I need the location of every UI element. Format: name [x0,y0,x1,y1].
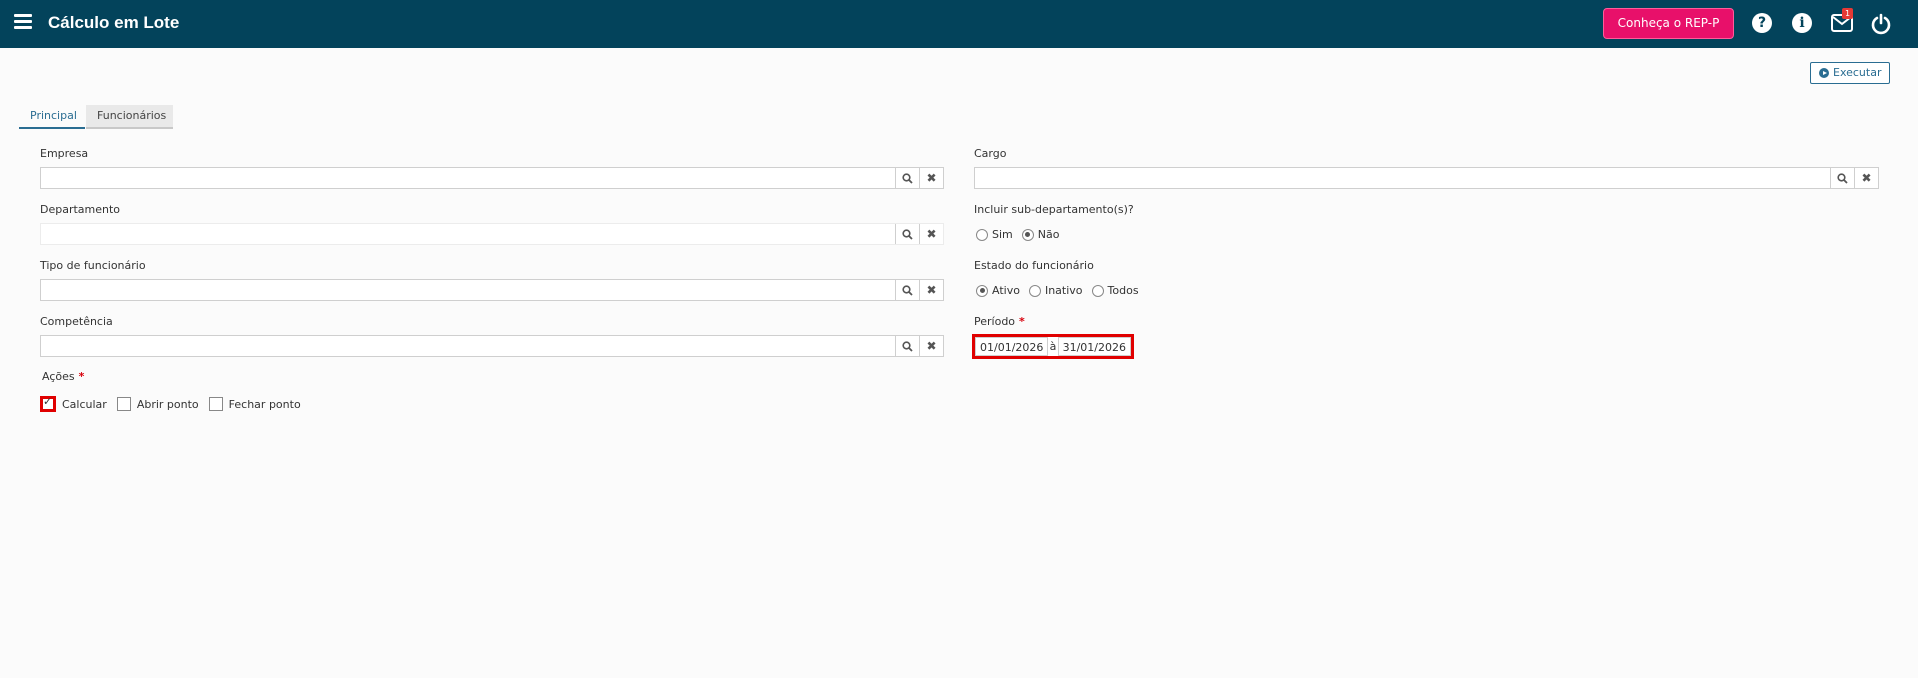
sub-dep-nao[interactable]: Não [1021,228,1060,241]
calcular-checkbox[interactable] [40,395,56,412]
estado-radios: Ativo Inativo Todos [976,284,1148,297]
estado-inativo[interactable]: Inativo [1028,284,1083,297]
radio-sim[interactable] [976,228,988,241]
abrir-ponto-label: Abrir ponto [136,397,199,411]
empresa-input[interactable] [41,168,895,188]
inativo-label: Inativo [1044,284,1083,297]
tab-funcionarios[interactable]: Funcionários [86,105,173,129]
required-mark: * [1019,315,1025,328]
radio-todos[interactable] [1091,284,1104,297]
periodo-separator: à [1049,340,1057,353]
sub-dep-sim[interactable]: Sim [976,228,1013,241]
ativo-label: Ativo [992,284,1020,297]
notification-badge: 1 [1842,8,1853,19]
competencia-field: ✖ [40,335,944,357]
departamento-input[interactable] [41,224,895,244]
departamento-field: ✖ [40,223,944,245]
abrir-ponto-checkbox[interactable] [116,397,131,411]
radio-nao[interactable] [1021,228,1034,241]
top-bar: Cálculo em Lote Conheça o REP-P ? i 1 [0,0,1918,48]
estado-label: Estado do funcionário [974,259,1094,272]
radio-inativo[interactable] [1028,284,1041,297]
calcular-label: Calcular [62,397,107,411]
sub-departamentos-radios: Sim Não [976,228,1068,241]
empresa-label: Empresa [40,147,89,160]
tipo-funcionario-input[interactable] [41,280,895,300]
todos-label: Todos [1107,284,1139,297]
search-icon[interactable] [895,224,919,244]
tab-principal[interactable]: Principal [19,105,85,129]
periodo-range: 01/01/2026 à 31/01/2026 [972,334,1134,359]
acao-fechar-ponto[interactable]: Fechar ponto [208,397,301,411]
radio-ativo[interactable] [976,284,988,297]
fechar-ponto-checkbox[interactable] [208,397,223,411]
rep-p-button[interactable]: Conheça o REP-P [1603,8,1734,39]
clear-icon[interactable]: ✖ [919,280,943,300]
sim-label: Sim [992,228,1013,241]
clear-icon[interactable]: ✖ [919,336,943,356]
periodo-label: Período * [974,315,1025,328]
power-icon[interactable] [1871,13,1893,35]
search-icon[interactable] [895,336,919,356]
play-icon [1819,68,1829,78]
info-icon[interactable]: i [1792,13,1812,33]
search-icon[interactable] [895,168,919,188]
clear-icon[interactable]: ✖ [919,224,943,244]
tipo-funcionario-field: ✖ [40,279,944,301]
acao-calcular[interactable]: Calcular [40,395,107,412]
cargo-input[interactable] [975,168,1830,188]
cargo-label: Cargo [974,147,1007,160]
acoes-label-text: Ações [42,370,75,383]
clear-icon[interactable]: ✖ [1854,168,1878,188]
acoes-checkboxes: Calcular Abrir ponto Fechar ponto [40,395,311,412]
empresa-field: ✖ [40,167,944,189]
execute-label: Executar [1833,66,1882,79]
hamburger-menu-icon[interactable] [14,14,32,34]
help-icon[interactable]: ? [1752,13,1772,33]
search-icon[interactable] [1830,168,1854,188]
periodo-end-input[interactable]: 31/01/2026 [1057,337,1131,356]
clear-icon[interactable]: ✖ [919,168,943,188]
fechar-ponto-label: Fechar ponto [228,397,301,411]
acoes-label: Ações * [42,370,84,383]
cargo-field: ✖ [974,167,1879,189]
periodo-start-input[interactable]: 01/01/2026 [975,337,1049,356]
competencia-label: Competência [40,315,113,328]
execute-button[interactable]: Executar [1810,62,1890,84]
tipo-funcionario-label: Tipo de funcionário [40,259,146,272]
competencia-input[interactable] [41,336,895,356]
estado-todos[interactable]: Todos [1091,284,1139,297]
acao-abrir-ponto[interactable]: Abrir ponto [116,397,199,411]
required-mark: * [78,370,85,383]
nao-label: Não [1037,228,1060,241]
search-icon[interactable] [895,280,919,300]
page-title: Cálculo em Lote [48,13,180,32]
departamento-label: Departamento [40,203,121,216]
sub-departamentos-label: Incluir sub-departamento(s)? [974,203,1134,216]
periodo-label-text: Período [974,315,1016,328]
estado-ativo[interactable]: Ativo [976,284,1020,297]
